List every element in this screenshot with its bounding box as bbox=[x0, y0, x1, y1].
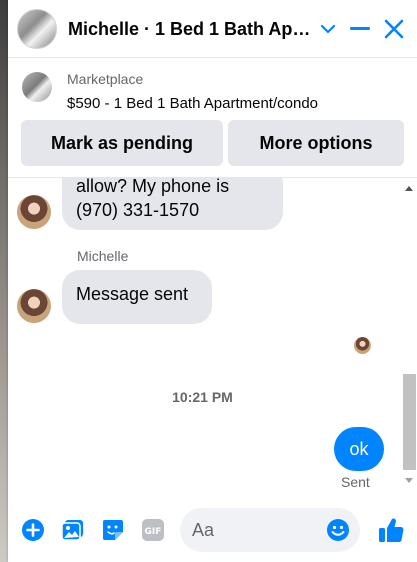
message-list: allow? My phone is (970) 331-1570 Michel… bbox=[8, 178, 417, 494]
minimize-icon[interactable] bbox=[345, 14, 375, 44]
gif-icon[interactable]: GIF bbox=[140, 517, 166, 543]
scroll-up-arrow[interactable] bbox=[405, 186, 413, 191]
plus-icon[interactable] bbox=[20, 517, 46, 543]
listing-thumbnail[interactable] bbox=[22, 72, 52, 102]
scroll-thumb[interactable] bbox=[403, 374, 416, 470]
listing-avatar[interactable] bbox=[17, 9, 57, 49]
incoming-message-bubble[interactable]: allow? My phone is (970) 331-1570 bbox=[62, 178, 283, 230]
chat-title[interactable]: Michelle · 1 Bed 1 Bath Apa… bbox=[68, 19, 320, 40]
close-icon[interactable] bbox=[379, 14, 409, 44]
contact-avatar[interactable] bbox=[17, 195, 51, 229]
chat-header: Michelle · 1 Bed 1 Bath Apa… bbox=[8, 0, 417, 58]
message-text-line: (970) 331-1570 bbox=[76, 200, 200, 220]
message-composer: GIF bbox=[8, 500, 417, 562]
mark-as-pending-button[interactable]: Mark as pending bbox=[21, 120, 223, 166]
sent-status: Sent bbox=[341, 474, 370, 490]
sticker-icon[interactable] bbox=[100, 517, 126, 543]
message-timestamp: 10:21 PM bbox=[172, 389, 233, 405]
contact-avatar[interactable] bbox=[17, 289, 51, 323]
more-options-button[interactable]: More options bbox=[228, 120, 404, 166]
incoming-message-bubble[interactable]: Message sent bbox=[62, 270, 212, 324]
listing-title[interactable]: $590 - 1 Bed 1 Bath Apartment/condo bbox=[67, 95, 318, 112]
svg-text:GIF: GIF bbox=[145, 527, 162, 537]
sender-name: Michelle bbox=[77, 248, 129, 264]
chat-window: Michelle · 1 Bed 1 Bath Apa… Marketplace… bbox=[8, 0, 417, 562]
message-input-container[interactable] bbox=[180, 508, 360, 552]
chevron-down-icon[interactable] bbox=[313, 14, 343, 44]
message-input[interactable] bbox=[192, 508, 322, 552]
emoji-icon[interactable] bbox=[326, 518, 350, 542]
page: Michelle · 1 Bed 1 Bath Apa… Marketplace… bbox=[0, 0, 417, 562]
marketplace-label: Marketplace bbox=[67, 71, 144, 87]
read-receipt-avatar bbox=[354, 337, 371, 354]
marketplace-banner: Marketplace $590 - 1 Bed 1 Bath Apartmen… bbox=[8, 58, 417, 178]
like-icon[interactable] bbox=[376, 515, 406, 545]
scrollbar[interactable] bbox=[400, 178, 417, 494]
photo-icon[interactable] bbox=[60, 517, 86, 543]
outgoing-message-bubble[interactable]: ok bbox=[334, 427, 384, 471]
message-text-line: allow? My phone is bbox=[76, 178, 230, 196]
scroll-down-arrow[interactable] bbox=[405, 478, 413, 483]
